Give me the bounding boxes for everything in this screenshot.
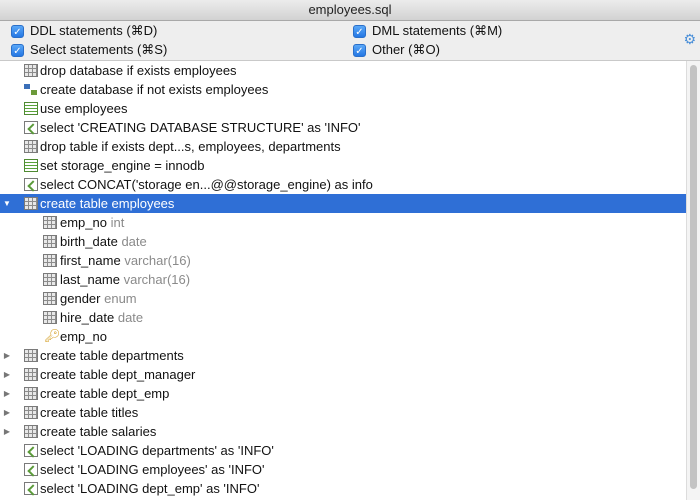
tree-item[interactable]: ▶ create table dept_manager bbox=[0, 365, 686, 384]
checkbox-select[interactable]: ✓ bbox=[11, 43, 24, 57]
filter-select-label: Select statements (⌘S) bbox=[30, 42, 168, 57]
statement-icon bbox=[24, 159, 38, 172]
table-icon bbox=[24, 425, 38, 438]
tree-item[interactable]: select 'LOADING employees' as 'INFO' bbox=[0, 460, 686, 479]
select-icon bbox=[24, 121, 38, 134]
table-icon bbox=[24, 349, 38, 362]
filter-dml[interactable]: ✓ DML statements (⌘M) bbox=[353, 22, 502, 40]
tree-item-selected[interactable]: ▼ create table employees bbox=[0, 194, 686, 213]
column-icon bbox=[43, 292, 57, 305]
column-row[interactable]: hire_date date bbox=[0, 308, 686, 327]
select-icon bbox=[24, 463, 38, 476]
tree-item[interactable]: use employees bbox=[0, 99, 686, 118]
column-row[interactable]: last_name varchar(16) bbox=[0, 270, 686, 289]
filter-dml-label: DML statements (⌘M) bbox=[372, 23, 503, 38]
filter-bar: ✓ DDL statements (⌘D) ✓ DML statements (… bbox=[0, 21, 700, 61]
window-title: employees.sql bbox=[0, 0, 700, 21]
checkbox-ddl[interactable]: ✓ bbox=[11, 24, 24, 38]
gear-icon[interactable]: ⚙ bbox=[683, 31, 696, 48]
column-icon bbox=[43, 235, 57, 248]
table-icon bbox=[24, 406, 38, 419]
checkbox-dml[interactable]: ✓ bbox=[353, 24, 366, 38]
checkbox-other[interactable]: ✓ bbox=[353, 43, 366, 57]
select-icon bbox=[24, 444, 38, 457]
table-icon bbox=[24, 368, 38, 381]
filter-ddl[interactable]: ✓ DDL statements (⌘D) bbox=[11, 22, 157, 40]
statement-icon bbox=[24, 102, 38, 115]
select-icon bbox=[24, 482, 38, 495]
disclosure-triangle-collapsed-icon[interactable]: ▶ bbox=[2, 384, 12, 403]
tree-item[interactable]: set storage_engine = innodb bbox=[0, 156, 686, 175]
filter-other-label: Other (⌘O) bbox=[372, 42, 440, 57]
tree-item[interactable]: create database if not exists employees bbox=[0, 80, 686, 99]
tree-item[interactable]: ▶ create table dept_emp bbox=[0, 384, 686, 403]
tree-item[interactable]: drop database if exists employees bbox=[0, 61, 686, 80]
tree-item[interactable]: select 'LOADING departments' as 'INFO' bbox=[0, 441, 686, 460]
tree-item[interactable]: drop table if exists dept...s, employees… bbox=[0, 137, 686, 156]
disclosure-triangle-collapsed-icon[interactable]: ▶ bbox=[2, 365, 12, 384]
scrollbar-thumb[interactable] bbox=[690, 65, 697, 489]
database-icon bbox=[24, 83, 38, 96]
column-row[interactable]: first_name varchar(16) bbox=[0, 251, 686, 270]
disclosure-triangle-expanded-icon[interactable]: ▼ bbox=[2, 194, 12, 213]
key-icon: 🔑︎ bbox=[44, 328, 61, 343]
vertical-scrollbar[interactable] bbox=[686, 61, 700, 500]
tree-item[interactable]: ▶ create table departments bbox=[0, 346, 686, 365]
index-row[interactable]: 🔑︎ emp_no bbox=[0, 327, 686, 346]
tree-item[interactable]: select 'CREATING DATABASE STRUCTURE' as … bbox=[0, 118, 686, 137]
column-row[interactable]: gender enum bbox=[0, 289, 686, 308]
statement-tree[interactable]: drop database if exists employees create… bbox=[0, 61, 686, 500]
column-icon bbox=[43, 254, 57, 267]
table-icon bbox=[24, 64, 38, 77]
table-icon bbox=[24, 387, 38, 400]
tree-item[interactable]: select CONCAT('storage en...@@storage_en… bbox=[0, 175, 686, 194]
tree-item[interactable]: ▶ create table salaries bbox=[0, 422, 686, 441]
table-icon bbox=[24, 140, 38, 153]
disclosure-triangle-collapsed-icon[interactable]: ▶ bbox=[2, 422, 12, 441]
filter-ddl-label: DDL statements (⌘D) bbox=[30, 23, 158, 38]
column-row[interactable]: birth_date date bbox=[0, 232, 686, 251]
tree-item[interactable]: select 'LOADING dept_emp' as 'INFO' bbox=[0, 479, 686, 498]
table-icon bbox=[24, 197, 38, 210]
select-icon bbox=[24, 178, 38, 191]
column-row[interactable]: emp_no int bbox=[0, 213, 686, 232]
tree-item[interactable]: ▶ create table titles bbox=[0, 403, 686, 422]
disclosure-triangle-collapsed-icon[interactable]: ▶ bbox=[2, 346, 12, 365]
key-column-icon bbox=[43, 216, 57, 229]
filter-select[interactable]: ✓ Select statements (⌘S) bbox=[11, 41, 167, 59]
filter-other[interactable]: ✓ Other (⌘O) bbox=[353, 41, 440, 59]
disclosure-triangle-collapsed-icon[interactable]: ▶ bbox=[2, 403, 12, 422]
column-icon bbox=[43, 273, 57, 286]
column-icon bbox=[43, 311, 57, 324]
